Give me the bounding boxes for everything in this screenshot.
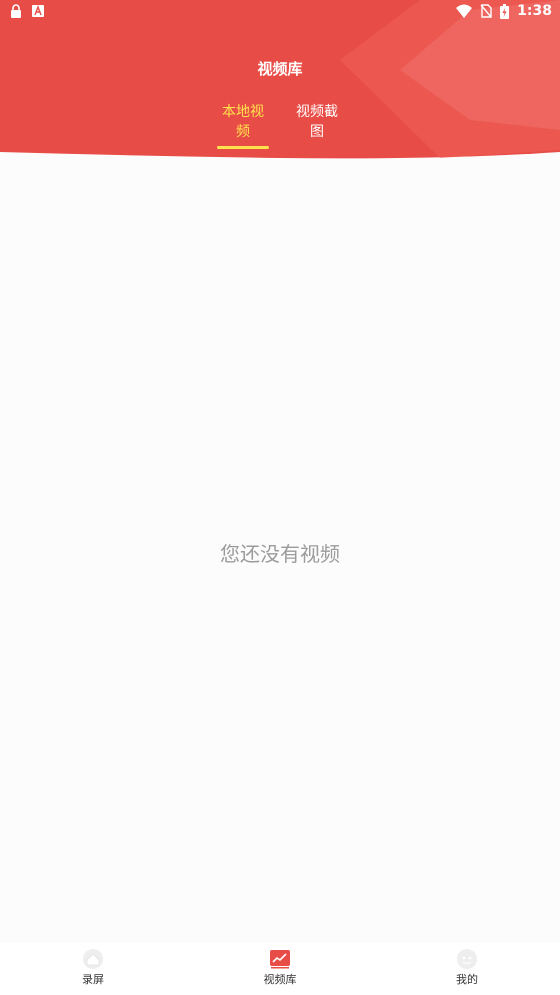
profile-face-icon — [457, 949, 477, 969]
no-sim-icon — [480, 4, 492, 18]
nav-item-profile[interactable]: 我的 — [407, 949, 527, 987]
header-background — [0, 0, 560, 159]
tab-label: 本地视频 — [222, 104, 264, 140]
page-title: 视频库 — [257, 60, 303, 78]
nav-item-video-library[interactable]: 视频库 — [220, 949, 340, 987]
lock-icon — [11, 4, 21, 18]
tab-label: 视频截图 — [296, 104, 338, 140]
status-bar: 1:38 — [0, 0, 560, 24]
tab-local-videos[interactable]: 本地视频 — [217, 101, 269, 149]
status-time: 1:38 — [517, 3, 552, 19]
empty-state-message: 您还没有视频 — [220, 542, 340, 566]
bottom-nav: 录屏 视频库 我的 — [0, 943, 560, 995]
nav-label: 录屏 — [82, 973, 104, 986]
battery-charging-icon — [500, 3, 510, 19]
tab-bar: 本地视频 视频截图 — [0, 101, 560, 149]
nav-label: 我的 — [456, 973, 478, 986]
a-badge-icon — [32, 5, 44, 17]
nav-label: 视频库 — [263, 973, 297, 986]
wifi-icon — [456, 4, 473, 18]
tab-active-indicator — [217, 146, 269, 149]
home-icon — [83, 949, 103, 969]
nav-item-record[interactable]: 录屏 — [33, 949, 153, 987]
header: 1:38 视频库 本地视频 视频截图 — [0, 0, 560, 165]
tab-video-screenshots[interactable]: 视频截图 — [291, 101, 343, 149]
chart-icon — [270, 950, 290, 969]
